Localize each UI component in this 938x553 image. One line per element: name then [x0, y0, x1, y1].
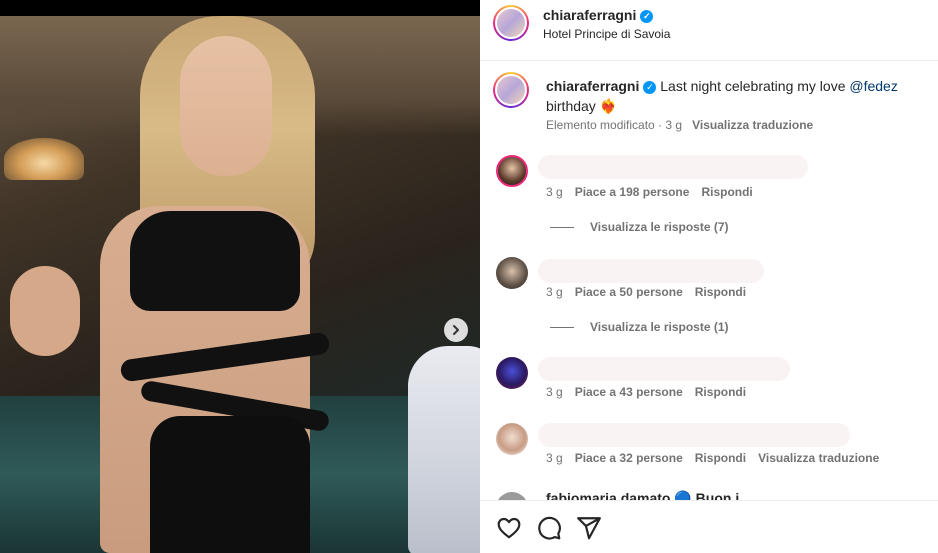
commenter-avatar[interactable]	[496, 357, 528, 389]
heart-icon	[497, 517, 521, 539]
comment-text-blurred	[538, 259, 764, 283]
author-avatar[interactable]	[493, 5, 529, 41]
commenter-avatar[interactable]	[496, 492, 528, 500]
chevron-right-icon	[453, 325, 459, 335]
commenter-avatar[interactable]	[496, 423, 528, 455]
verified-badge-icon: ✓	[640, 9, 654, 23]
view-replies-button[interactable]: Visualizza le risposte (1)	[550, 320, 729, 334]
author-username[interactable]: chiaraferragni ✓	[543, 7, 654, 23]
reply-button[interactable]: Rispondi	[701, 185, 752, 199]
caption-text-end: birthday ❤️‍🔥	[546, 98, 618, 114]
post-media	[0, 0, 480, 553]
paper-plane-icon	[577, 517, 601, 540]
comment-text-blurred	[538, 423, 850, 447]
mention-link[interactable]: @fedez	[849, 78, 897, 94]
comment-icon	[538, 516, 561, 540]
commenter-avatar[interactable]	[496, 257, 528, 289]
comment-text-blurred	[538, 357, 790, 381]
comment-time: 3 g	[546, 385, 563, 399]
comment-likes[interactable]: Piace a 32 persone	[575, 451, 683, 465]
post-side-panel: chiaraferragni ✓ Hotel Principe di Savoia…	[480, 0, 938, 553]
post-actions-bar	[480, 500, 938, 553]
translate-button[interactable]: Visualizza traduzione	[692, 118, 813, 132]
reply-button[interactable]: Rispondi	[695, 451, 746, 465]
comment-time: 3 g	[546, 451, 563, 465]
post-photo	[0, 16, 480, 553]
comment-likes[interactable]: Piace a 43 persone	[575, 385, 683, 399]
comment-time: 3 g	[546, 285, 563, 299]
commenter-avatar[interactable]	[496, 155, 528, 187]
view-replies-button[interactable]: Visualizza le risposte (7)	[550, 220, 729, 234]
like-button[interactable]	[496, 515, 522, 541]
next-photo-button[interactable]	[444, 318, 468, 342]
post-header: chiaraferragni ✓ Hotel Principe di Savoia	[480, 0, 938, 61]
reply-button[interactable]: Rispondi	[695, 385, 746, 399]
comment-likes[interactable]: Piace a 198 persone	[575, 185, 690, 199]
comment-likes[interactable]: Piace a 50 persone	[575, 285, 683, 299]
post-location[interactable]: Hotel Principe di Savoia	[543, 27, 670, 41]
translate-button[interactable]: Visualizza traduzione	[758, 451, 879, 465]
comment-text-blurred	[538, 155, 808, 179]
reply-button[interactable]: Rispondi	[695, 285, 746, 299]
caption-avatar[interactable]	[493, 72, 529, 108]
comment-time: 3 g	[546, 185, 563, 199]
caption-meta: Elemento modificato · 3 g	[546, 118, 683, 132]
instagram-post-viewer: chiaraferragni ✓ Hotel Principe di Savoia…	[0, 0, 938, 553]
caption-text: Last night celebrating my love	[656, 78, 850, 94]
comment-button[interactable]	[536, 515, 562, 541]
verified-badge-icon: ✓	[643, 80, 657, 94]
partial-comment: fabiomaria damato 🔵 Buon i...	[480, 486, 938, 500]
caption-username[interactable]: chiaraferragni	[546, 78, 639, 94]
share-button[interactable]	[576, 515, 602, 541]
